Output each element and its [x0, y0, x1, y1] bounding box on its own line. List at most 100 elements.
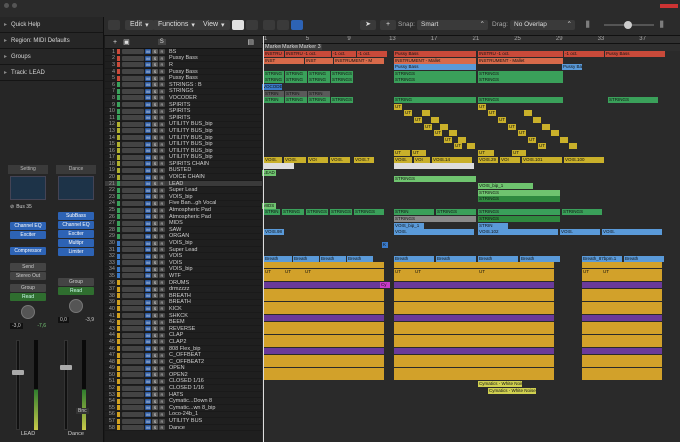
region[interactable]: UT [404, 110, 412, 117]
track-name[interactable]: UTILITY BUS [166, 418, 262, 424]
region[interactable]: Breath [394, 255, 434, 262]
solo-button[interactable]: S [152, 372, 158, 378]
solo-button[interactable]: S [152, 280, 158, 286]
pan-knob[interactable] [69, 299, 83, 313]
solo-button[interactable]: S [152, 69, 158, 75]
record-arm-button[interactable] [122, 365, 144, 371]
solo-button[interactable]: S [152, 339, 158, 345]
record-enable-button[interactable]: R [159, 55, 165, 61]
region[interactable]: Breath_87bpm.1 [582, 255, 622, 262]
record-enable-button[interactable]: R [159, 88, 165, 94]
region[interactable]: UT [478, 103, 486, 110]
region[interactable]: Breath [520, 255, 560, 262]
record-enable-button[interactable]: R [159, 49, 165, 55]
record-arm-button[interactable] [122, 62, 144, 68]
record-arm-button[interactable] [122, 359, 144, 365]
track-name[interactable]: UTILITY BUS_bip [166, 128, 262, 134]
region[interactable]: VOIS_bip_1 [394, 222, 424, 229]
solo-button[interactable]: S [152, 187, 158, 193]
record-enable-button[interactable]: R [159, 392, 165, 398]
region[interactable] [582, 341, 662, 348]
region[interactable]: -1 oct. [357, 51, 387, 57]
region[interactable]: UT [538, 143, 546, 150]
record-enable-button[interactable]: R [159, 306, 165, 312]
region[interactable] [394, 315, 554, 321]
mute-button[interactable]: M [145, 174, 151, 180]
solo-button[interactable]: S [152, 128, 158, 134]
group-slot[interactable]: Group [10, 284, 46, 292]
mute-button[interactable]: M [145, 299, 151, 305]
record-enable-button[interactable]: R [159, 411, 165, 417]
record-enable-button[interactable]: R [159, 313, 165, 319]
region[interactable] [582, 334, 662, 341]
mute-button[interactable]: M [145, 233, 151, 239]
record-arm-button[interactable] [122, 253, 144, 259]
plugin-channel-eq[interactable]: Channel EQ [58, 221, 94, 229]
region[interactable]: UT [412, 150, 426, 156]
solo-button[interactable]: S [152, 405, 158, 411]
region[interactable] [264, 275, 384, 282]
track-name[interactable]: SAW [166, 227, 262, 233]
record-arm-button[interactable] [122, 174, 144, 180]
track-name[interactable]: VOIS_bip [166, 266, 262, 272]
region[interactable]: STRINGS [331, 77, 353, 84]
region[interactable] [264, 308, 384, 315]
track-name[interactable]: BREATH [166, 293, 262, 299]
region[interactable] [264, 334, 384, 341]
track-name[interactable]: Atmospheric Pad [166, 214, 262, 220]
solo-button[interactable]: S [152, 82, 158, 88]
region[interactable] [582, 301, 662, 308]
region[interactable]: STRINGS [306, 209, 328, 216]
track-name[interactable]: C_OFFBEAT2 [166, 359, 262, 365]
region[interactable]: STRINGS [394, 70, 476, 77]
record-arm-button[interactable] [122, 200, 144, 206]
flex-icon[interactable] [291, 20, 303, 30]
mute-button[interactable]: M [145, 425, 151, 431]
region[interactable] [422, 110, 430, 117]
record-enable-button[interactable]: R [159, 359, 165, 365]
region[interactable]: Cymatics - White Noise Down [488, 387, 536, 394]
mute-button[interactable]: M [145, 346, 151, 352]
record-arm-button[interactable] [122, 141, 144, 147]
region[interactable]: STRINGS [478, 189, 560, 196]
mute-button[interactable]: M [145, 161, 151, 167]
region[interactable]: -1 oct. [564, 51, 604, 57]
record-arm-button[interactable] [122, 121, 144, 127]
region[interactable] [264, 262, 384, 269]
region[interactable]: UT [284, 268, 302, 275]
record-arm-button[interactable] [122, 102, 144, 108]
region[interactable] [264, 282, 384, 288]
region[interactable]: VOIS.102 [478, 229, 558, 236]
mute-button[interactable]: M [145, 95, 151, 101]
region[interactable] [394, 275, 554, 282]
region[interactable]: STRING [394, 97, 476, 104]
region[interactable] [394, 295, 554, 302]
region[interactable]: STRIN [394, 209, 434, 216]
region[interactable]: INST [264, 57, 304, 64]
record-enable-button[interactable]: R [159, 167, 165, 173]
record-arm-button[interactable] [122, 233, 144, 239]
mute-button[interactable]: M [145, 332, 151, 338]
mute-button[interactable]: M [145, 273, 151, 279]
record-arm-button[interactable] [122, 75, 144, 81]
region[interactable]: STRING [285, 70, 307, 77]
region[interactable] [394, 328, 554, 335]
region[interactable] [264, 367, 384, 374]
record-arm-button[interactable] [122, 405, 144, 411]
record-arm-button[interactable] [122, 418, 144, 424]
solo-button[interactable]: S [152, 346, 158, 352]
mute-button[interactable]: M [145, 88, 151, 94]
region[interactable]: STRING [285, 97, 307, 104]
plugin-subbass[interactable]: SubBass [58, 212, 94, 220]
mute-button[interactable]: M [145, 405, 151, 411]
record-arm-button[interactable] [122, 88, 144, 94]
region[interactable]: VOIS.7 [354, 156, 374, 163]
record-enable-button[interactable]: R [159, 418, 165, 424]
region[interactable] [582, 374, 662, 381]
region[interactable]: Pussy Bass [394, 64, 476, 71]
region[interactable] [264, 328, 384, 335]
record-arm-button[interactable] [122, 181, 144, 187]
solo-button[interactable]: S [152, 207, 158, 213]
record-arm-button[interactable] [122, 293, 144, 299]
plugin-channel-eq[interactable]: Channel EQ [10, 222, 46, 230]
